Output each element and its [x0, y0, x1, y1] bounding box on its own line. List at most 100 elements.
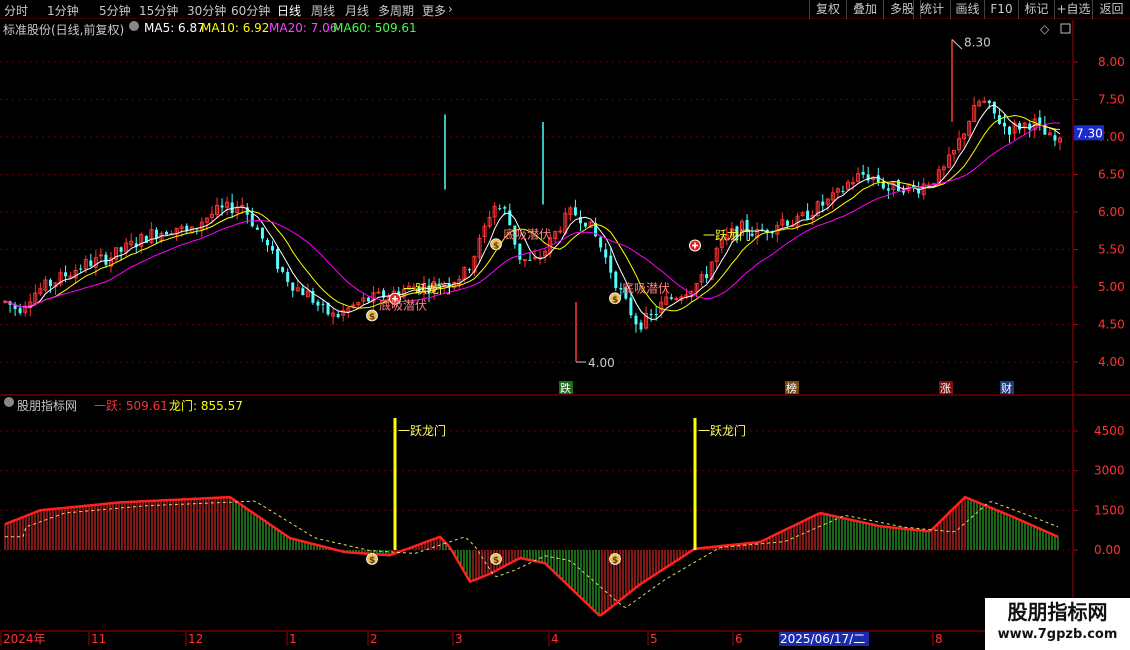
- money-bag-glyph: $: [493, 556, 499, 566]
- candle-body: [1038, 117, 1042, 124]
- candle-body: [528, 259, 532, 261]
- signal-label: 底吸潜伏: [379, 298, 427, 313]
- event-tag-label: 跌: [560, 381, 571, 395]
- candle-body: [255, 227, 259, 230]
- candle-body: [291, 282, 295, 291]
- candle-body: [1028, 123, 1032, 130]
- candle-body: [376, 291, 381, 294]
- candle-body: [841, 190, 845, 192]
- candle-body: [533, 257, 538, 260]
- indicator-tick-label: 3000: [1094, 464, 1125, 478]
- indicator-signal-label: 一跃龙门: [698, 423, 746, 438]
- candle-body: [79, 268, 83, 270]
- date-label: 2024年: [3, 632, 46, 646]
- date-label: 4: [551, 632, 559, 646]
- price-tick-label: 8.00: [1098, 55, 1125, 69]
- candle-body: [98, 254, 103, 257]
- candle-body: [165, 231, 169, 235]
- candle-body: [154, 229, 158, 239]
- candle-body: [806, 210, 810, 220]
- watermark-url: www.7gpzb.com: [997, 627, 1118, 642]
- ma20-line: [4, 122, 1060, 308]
- date-label: 6: [735, 632, 743, 646]
- candle-body: [250, 213, 254, 227]
- candle-body: [654, 314, 658, 316]
- date-label: 2: [370, 632, 378, 646]
- candle-body: [316, 301, 320, 306]
- candle-body: [467, 269, 471, 271]
- indicator-histogram: 一跃龙门 一跃龙门 $ $ $: [4, 418, 1059, 617]
- candle-body: [604, 249, 608, 258]
- date-axis: 2024年 11 12 1 2 3 4 5 6 2025/06/17/二 8: [0, 632, 943, 646]
- candle-body: [886, 188, 890, 191]
- candle-body: [503, 207, 507, 209]
- indicator-tick-label: 4500: [1094, 424, 1125, 438]
- candle-body: [301, 288, 305, 296]
- money-bag-glyph: $: [612, 556, 618, 566]
- candle-body: [674, 298, 679, 301]
- date-label: 8: [935, 632, 943, 646]
- signal-label: 底吸潜伏: [622, 280, 670, 295]
- candle-body: [508, 210, 512, 226]
- candle-body: [750, 233, 754, 236]
- high-marker-line: [951, 39, 963, 50]
- watermark: 股朋指标网 www.7gpzb.com: [985, 598, 1130, 650]
- indicator-tick-label: 1500: [1094, 503, 1125, 517]
- current-price-label: 7.30: [1076, 126, 1103, 140]
- candle-body: [18, 308, 22, 313]
- candle-body: [321, 303, 325, 305]
- candle-body: [48, 279, 52, 286]
- watermark-title: 股朋指标网: [1007, 600, 1108, 624]
- maximize-icon: [1060, 23, 1071, 34]
- event-tag-label: 榜: [786, 381, 797, 395]
- money-bag-glyph: $: [493, 241, 499, 251]
- candle-body: [992, 101, 996, 114]
- candle-body: [649, 314, 653, 316]
- price-tick-label: 4.00: [1098, 355, 1125, 369]
- candle-body: [522, 259, 527, 262]
- candle-body: [104, 254, 108, 265]
- yiyue-line: [4, 495, 1059, 617]
- main-grid: [0, 61, 1073, 363]
- candle-body: [669, 297, 673, 299]
- candle-body: [1002, 122, 1006, 127]
- price-tick-label: 5.50: [1098, 243, 1125, 257]
- price-tick-label: 5.00: [1098, 280, 1125, 294]
- money-bag-glyph: $: [369, 556, 375, 566]
- chart-canvas[interactable]: 8.304.00 8.007.507.006.506.005.505.004.5…: [0, 0, 1130, 650]
- indicator-signal-label: 一跃龙门: [398, 423, 446, 438]
- candle-body: [366, 297, 370, 302]
- candle-body: [821, 201, 825, 206]
- price-tick-label: 6.00: [1098, 205, 1125, 219]
- price-tick-label: 7.50: [1098, 93, 1125, 107]
- candle-body: [119, 247, 123, 252]
- date-label: 3: [455, 632, 463, 646]
- candle-body: [614, 271, 618, 289]
- candle-body: [265, 239, 269, 246]
- candle-body: [634, 315, 638, 325]
- money-bag-glyph: $: [612, 295, 618, 305]
- price-tick-label: 6.50: [1098, 168, 1125, 182]
- candle-body: [599, 237, 603, 248]
- event-tag-label: 涨: [940, 382, 951, 395]
- candlestick-series: 8.30 4.00: [3, 36, 1062, 370]
- price-axis: 8.007.507.006.506.005.505.004.504.007.30…: [1040, 22, 1125, 369]
- candle-body: [1053, 135, 1057, 141]
- money-bag-glyph: $: [369, 313, 375, 323]
- candle-body: [220, 205, 224, 208]
- candle-body: [498, 208, 502, 210]
- candle-body: [276, 248, 280, 269]
- signal-label: 一跃龙门: [403, 281, 451, 296]
- date-label: 11: [91, 632, 106, 646]
- candle-body: [286, 271, 290, 282]
- longmen-line: [5, 500, 1059, 609]
- candle-body: [64, 272, 68, 277]
- candle-body: [336, 314, 340, 318]
- candle-body: [518, 243, 522, 260]
- ma10-line: [4, 114, 1061, 312]
- candle-body: [609, 255, 613, 273]
- candle-body: [639, 322, 643, 330]
- date-cursor-label: 2025/06/17/二: [780, 632, 865, 646]
- candle-body: [861, 172, 865, 175]
- candle-body: [987, 100, 991, 104]
